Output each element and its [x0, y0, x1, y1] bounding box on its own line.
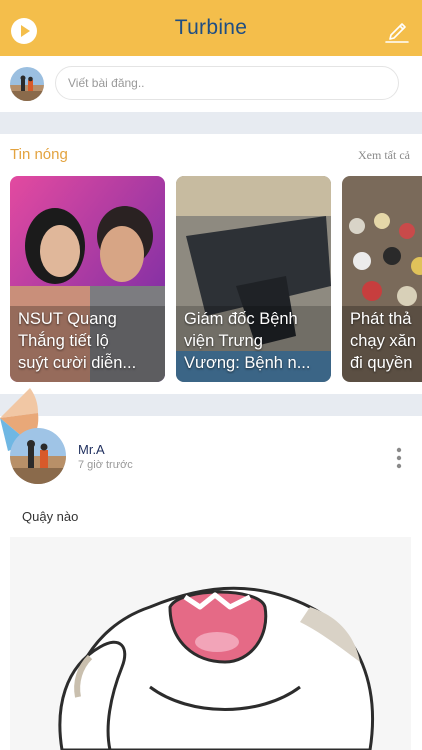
news-caption: Giám đốc Bệnh viện Trưng Vương: Bệnh n..…: [184, 310, 311, 372]
post-input[interactable]: Viết bài đăng..: [55, 66, 399, 100]
app-title: Turbine: [174, 16, 248, 39]
post-composer: Viết bài đăng..: [0, 56, 422, 112]
avatar[interactable]: [10, 428, 66, 484]
section-divider: [0, 112, 422, 134]
more-vertical-icon[interactable]: [392, 446, 406, 470]
news-card[interactable]: Phát thả chạy xăn đi quyền: [342, 176, 422, 382]
post-timestamp: 7 giờ trước: [78, 459, 133, 471]
avatar[interactable]: [10, 67, 44, 101]
section-divider: [0, 394, 422, 416]
news-caption: NSUT Quang Thắng tiết lộ suýt cười diễn.…: [18, 310, 137, 372]
post-author[interactable]: Mr.A: [78, 442, 105, 457]
post-text: Quậy nào: [22, 509, 79, 524]
news-card[interactable]: NSUT Quang Thắng tiết lộ suýt cười diễn.…: [10, 176, 165, 382]
app-header: Turbine: [0, 0, 422, 56]
section-title: Tin nóng: [10, 146, 68, 163]
post-image[interactable]: [10, 537, 411, 750]
news-caption: Phát thả chạy xăn đi quyền: [350, 310, 417, 372]
pencil-icon[interactable]: [383, 16, 411, 44]
news-card[interactable]: Giám đốc Bệnh viện Trưng Vương: Bệnh n..…: [176, 176, 331, 382]
hot-news-carousel[interactable]: NSUT Quang Thắng tiết lộ suýt cười diễn.…: [0, 176, 422, 382]
see-all-link[interactable]: Xem tất cả: [358, 148, 410, 163]
